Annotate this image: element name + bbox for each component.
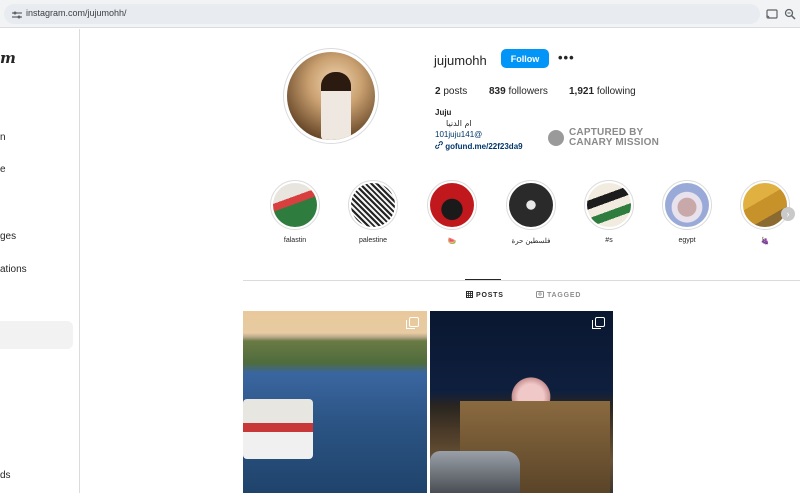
highlight-cover [509, 183, 553, 227]
url-text[interactable]: instagram.com/jujumohh/ [26, 8, 127, 18]
tab-tagged[interactable]: TAGGED [536, 291, 581, 299]
grid-icon [466, 291, 473, 298]
highlight-label: 🍉 [447, 238, 457, 245]
bio-external-link[interactable]: gofund.me/22f23da9 [435, 141, 523, 151]
followers-label: followers [508, 86, 548, 97]
sidebar-item-threads[interactable]: ds [0, 470, 11, 481]
sidebar-item-notifications[interactable]: ations [0, 264, 27, 275]
boat-shape [243, 399, 313, 459]
tabs-divider [243, 280, 800, 281]
highlight-cover [587, 183, 631, 227]
omnibox[interactable]: instagram.com/jujumohh/ [4, 4, 760, 24]
highlight-label: #s [605, 237, 613, 244]
post-thumbnail[interactable] [243, 311, 427, 493]
post-thumbnail[interactable] [430, 311, 613, 493]
tab-posts[interactable]: POSTS [466, 291, 504, 299]
more-options-button[interactable]: ••• [558, 50, 575, 65]
following-label: following [596, 86, 636, 97]
tab-tagged-label: TAGGED [547, 292, 582, 299]
tagged-icon [536, 291, 544, 298]
highlight-item[interactable]: palestine [347, 180, 399, 244]
instagram-logo[interactable]: m [0, 49, 16, 67]
following-stat[interactable]: 1,921 following [569, 86, 636, 97]
watermark-line-2: CANARY MISSION [569, 137, 660, 148]
profile-username: jujumohh [434, 53, 487, 68]
canary-mission-watermark: CAPTURED BY CANARY MISSION [548, 126, 668, 150]
followers-count: 839 [489, 86, 506, 97]
highlight-item[interactable]: 🍉 [426, 180, 478, 245]
sidebar-item-search[interactable]: n [0, 132, 6, 143]
highlight-label: 🍇 [760, 238, 770, 245]
browser-address-bar: instagram.com/jujumohh/ [0, 0, 800, 28]
highlight-label: palestine [358, 237, 388, 244]
active-tab-indicator [465, 279, 501, 280]
canary-logo-icon [548, 130, 564, 146]
highlight-label: falastin [283, 237, 307, 244]
link-icon [435, 141, 443, 149]
carousel-icon [406, 317, 419, 329]
highlight-label: egypt [678, 237, 696, 244]
zoom-icon[interactable] [784, 8, 796, 20]
highlight-item[interactable]: فلسطين حرة [505, 180, 557, 245]
profile-full-name: Juju [435, 108, 452, 117]
tab-posts-label: POSTS [476, 292, 504, 299]
car-shape [430, 451, 520, 493]
follow-button[interactable]: Follow [501, 49, 549, 68]
highlight-item[interactable]: #s [583, 180, 635, 244]
bio-arabic-text: ام الدنيا [446, 119, 472, 128]
highlight-cover [743, 183, 787, 227]
sidebar-item-explore[interactable]: e [0, 164, 6, 175]
highlight-cover [430, 183, 474, 227]
highlight-cover [273, 183, 317, 227]
bio-mention[interactable]: 101juju141@ [435, 130, 482, 139]
highlight-cover [665, 183, 709, 227]
sidebar-item-messages[interactable]: ges [0, 231, 16, 242]
avatar-image [287, 52, 375, 140]
highlight-item[interactable]: falastin [269, 180, 321, 244]
following-count: 1,921 [569, 86, 595, 97]
posts-count: 2 [435, 86, 441, 97]
profile-avatar[interactable] [283, 48, 379, 144]
cast-icon[interactable] [766, 8, 778, 20]
carousel-icon [592, 317, 605, 329]
highlight-item[interactable]: egypt [661, 180, 713, 244]
sidebar-item-profile-active[interactable] [0, 321, 73, 349]
posts-label: posts [443, 86, 468, 97]
highlight-label: فلسطين حرة [511, 238, 551, 245]
bio-link-text[interactable]: gofund.me/22f23da9 [445, 142, 522, 151]
highlights-next-arrow-icon[interactable]: › [781, 207, 795, 221]
followers-stat[interactable]: 839 followers [489, 86, 548, 97]
left-sidebar: m n e ges ations ds [0, 29, 80, 493]
posts-stat: 2 posts [435, 86, 467, 97]
site-settings-icon[interactable] [12, 11, 22, 19]
highlight-cover [351, 183, 395, 227]
